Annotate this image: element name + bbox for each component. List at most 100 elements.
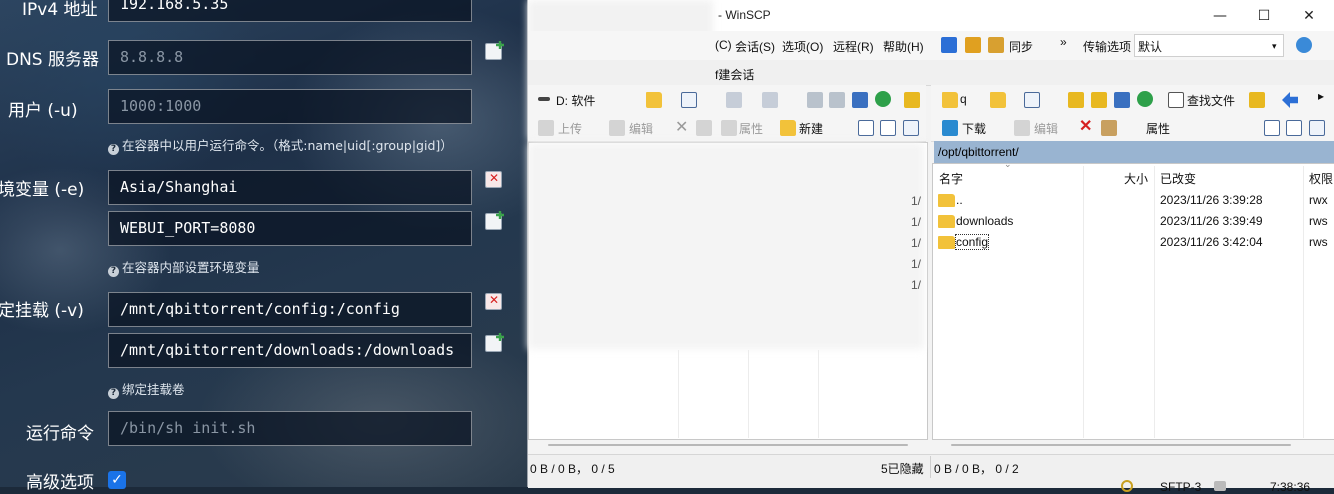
mount-hint-text: 绑定挂载卷: [122, 382, 185, 397]
new-button[interactable]: 新建: [799, 120, 823, 137]
winscp-window: - WinSCP — ☐ ✕ (C) 会话(S) 选项(O) 远程(R) 帮助(…: [527, 0, 1334, 494]
upload-icon[interactable]: [538, 120, 554, 136]
local-hscrollbar[interactable]: [548, 444, 908, 446]
properties-icon[interactable]: [721, 120, 737, 136]
open-folder-icon[interactable]: [646, 92, 662, 108]
tree-icon[interactable]: [904, 92, 920, 108]
home-icon[interactable]: [852, 92, 868, 108]
env-input-2[interactable]: WEBUI_PORT=8080: [108, 211, 472, 246]
local-col-sep: [748, 350, 749, 438]
menu-remote[interactable]: 远程(R): [833, 38, 874, 55]
local-mark-2: 1/: [911, 215, 922, 229]
tab-new-session[interactable]: f建会话: [715, 66, 754, 83]
remote-folder-icon[interactable]: [942, 92, 958, 108]
filter-icon[interactable]: [681, 92, 697, 108]
remote-hscrollbar[interactable]: [951, 444, 1291, 446]
remote-deselect-icon[interactable]: [1286, 120, 1302, 136]
select-all-icon[interactable]: [858, 120, 874, 136]
mount-input-2[interactable]: /mnt/qbittorrent/downloads:/downloads: [108, 333, 472, 368]
local-hidden-count[interactable]: 5已隐藏: [881, 460, 924, 477]
download-button[interactable]: 下载: [962, 120, 986, 137]
edit-button[interactable]: 编辑: [629, 120, 653, 137]
root-dir-icon[interactable]: [829, 92, 845, 108]
deselect-icon[interactable]: [880, 120, 896, 136]
refresh-icon[interactable]: [875, 91, 891, 107]
remote-root-icon[interactable]: [1091, 92, 1107, 108]
delete-icon[interactable]: ✕: [675, 117, 688, 137]
find-files-icon[interactable]: [1168, 92, 1184, 108]
col-size[interactable]: 大小: [1124, 170, 1148, 187]
file-changed: 2023/11/26 3:42:04: [1160, 235, 1263, 249]
remote-filter-icon[interactable]: [1024, 92, 1040, 108]
remote-rename-icon[interactable]: [1101, 120, 1117, 136]
remote-refresh-icon[interactable]: [1137, 91, 1153, 107]
remote-open-folder-icon[interactable]: [990, 92, 1006, 108]
file-changed: 2023/11/26 3:39:28: [1160, 193, 1263, 207]
status-divider: [930, 456, 931, 478]
maximize-button[interactable]: ☐: [1254, 6, 1274, 26]
globe-icon[interactable]: [1296, 37, 1312, 53]
parent-dir-icon[interactable]: [807, 92, 823, 108]
remote-edit-icon[interactable]: [1014, 120, 1030, 136]
chevron-down-icon[interactable]: ▾: [1272, 41, 1277, 52]
properties-button[interactable]: 属性: [739, 120, 763, 137]
file-name[interactable]: config: [954, 234, 990, 250]
mount-input-1[interactable]: /mnt/qbittorrent/config:/config: [108, 292, 472, 327]
menu-options[interactable]: 选项(O): [782, 38, 823, 55]
connection-icon: [1214, 481, 1226, 491]
dns-input[interactable]: 8.8.8.8: [108, 40, 472, 75]
col-changed[interactable]: 已改变: [1160, 170, 1196, 187]
col-rights[interactable]: 权限: [1309, 170, 1333, 187]
ipv4-input[interactable]: 192.168.5.35: [108, 0, 472, 22]
close-button[interactable]: ✕: [1299, 6, 1319, 26]
menu-c[interactable]: (C): [715, 38, 732, 52]
menu-session[interactable]: 会话(S): [735, 38, 775, 55]
remote-parent-icon[interactable]: [1068, 92, 1084, 108]
keep-remote-icon[interactable]: [941, 37, 957, 53]
sync-icon[interactable]: [988, 37, 1004, 53]
menu-help[interactable]: 帮助(H): [883, 38, 924, 55]
remote-tree-icon[interactable]: [1249, 92, 1265, 108]
file-name[interactable]: downloads: [956, 214, 1013, 228]
remote-home-icon[interactable]: [1114, 92, 1130, 108]
remove-env-icon[interactable]: [485, 171, 502, 188]
upload-button[interactable]: 上传: [558, 120, 582, 137]
remote-edit-button[interactable]: 编辑: [1034, 120, 1058, 137]
remote-more-icon[interactable]: ▸: [1318, 89, 1324, 103]
more-chevron-icon[interactable]: »: [1060, 35, 1067, 49]
col-name[interactable]: 名字: [939, 170, 963, 187]
rename-icon[interactable]: [696, 120, 712, 136]
advanced-options-checkbox[interactable]: ✓: [108, 471, 126, 489]
download-icon[interactable]: [942, 120, 958, 136]
sync-button[interactable]: 同步: [1009, 38, 1033, 55]
find-files-button[interactable]: 查找文件: [1187, 92, 1235, 109]
user-hint: ? 在容器中以用户运行命令。（格式:name|uid[:group|gid]）: [108, 135, 453, 155]
filter-select-icon[interactable]: [903, 120, 919, 136]
remote-properties-button[interactable]: 属性: [1146, 120, 1170, 137]
file-name[interactable]: ..: [956, 193, 963, 207]
edit-icon[interactable]: [609, 120, 625, 136]
add-mount-icon[interactable]: [485, 335, 502, 352]
help-icon: ?: [108, 144, 119, 155]
back-icon[interactable]: [726, 92, 742, 108]
user-input[interactable]: 1000:1000: [108, 89, 472, 124]
remote-select-all-icon[interactable]: [1264, 120, 1280, 136]
file-rights: rwx: [1309, 193, 1328, 207]
remote-delete-icon[interactable]: ✕: [1079, 116, 1092, 136]
local-col-sep: [678, 350, 679, 438]
add-dns-icon[interactable]: [485, 43, 502, 60]
new-icon[interactable]: [780, 120, 796, 136]
transfer-options-value: 默认: [1138, 40, 1163, 54]
compare-icon[interactable]: [965, 37, 981, 53]
env-input-1[interactable]: Asia/Shanghai: [108, 170, 472, 205]
remote-path[interactable]: /opt/qbittorrent/: [938, 145, 1019, 159]
remote-file-panel[interactable]: [932, 163, 1334, 440]
minimize-button[interactable]: —: [1210, 6, 1230, 26]
remote-folder-label[interactable]: q: [960, 92, 967, 106]
help-icon: ?: [108, 388, 119, 399]
command-input[interactable]: /bin/sh init.sh: [108, 411, 472, 446]
remote-filter-select-icon[interactable]: [1309, 120, 1325, 136]
forward-icon[interactable]: [762, 92, 778, 108]
remove-mount-icon[interactable]: [485, 293, 502, 310]
add-env-icon[interactable]: [485, 213, 502, 230]
